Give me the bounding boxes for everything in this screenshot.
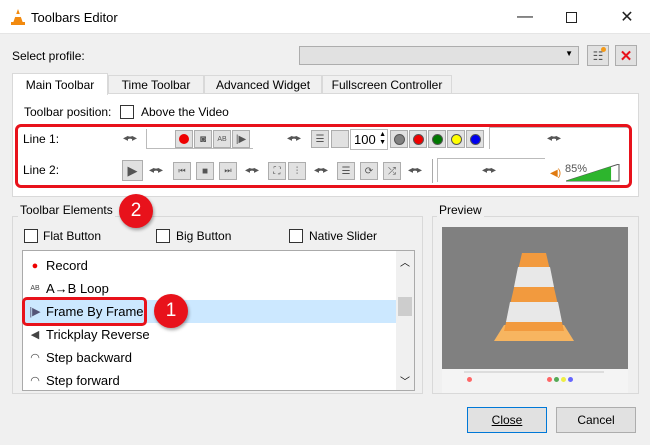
vlc-cone-icon <box>494 253 574 341</box>
toolbar-elements-title: Toolbar Elements <box>18 203 115 217</box>
annotation-badge-2: 2 <box>119 194 153 228</box>
toolbar-position-label: Toolbar position: <box>24 105 112 119</box>
reverse-icon: ◀ <box>30 329 40 341</box>
big-button-label: Big Button <box>176 229 232 243</box>
above-video-label: Above the Video <box>141 105 229 119</box>
toolbar-lines-highlight <box>15 124 632 188</box>
flat-button-checkbox[interactable] <box>24 229 38 243</box>
tab-time-toolbar[interactable]: Time Toolbar <box>108 75 204 94</box>
item-label: Step backward <box>46 350 132 365</box>
list-item[interactable]: ◠ Step forward <box>24 369 396 390</box>
item-label: Trickplay Reverse <box>46 327 150 342</box>
new-profile-button[interactable]: ☷ <box>587 45 609 66</box>
record-icon: ● <box>31 259 39 272</box>
preview-image <box>442 227 628 369</box>
tab-advanced-widget[interactable]: Advanced Widget <box>204 75 322 94</box>
scrollbar-thumb[interactable] <box>398 297 412 316</box>
window-title: Toolbars Editor <box>31 10 118 25</box>
tab-fullscreen-controller[interactable]: Fullscreen Controller <box>322 75 452 94</box>
profile-select[interactable]: ▼ <box>299 46 579 65</box>
native-slider-label: Native Slider <box>309 229 378 243</box>
list-item[interactable]: ◀ Trickplay Reverse <box>24 323 396 346</box>
delete-profile-button[interactable]: ✕ <box>615 45 637 66</box>
list-item[interactable]: ◠ Step backward <box>24 346 396 369</box>
cancel-button[interactable]: Cancel <box>556 407 636 433</box>
tab-main-toolbar[interactable]: Main Toolbar <box>12 73 108 95</box>
minimize-button[interactable]: — <box>502 0 548 34</box>
scrollbar[interactable]: ︿ ﹀ <box>396 251 414 390</box>
preview-title: Preview <box>437 203 484 217</box>
delete-icon: ✕ <box>619 47 633 65</box>
vlc-cone-icon <box>11 9 25 25</box>
frame-by-frame-highlight <box>22 297 147 326</box>
close-button[interactable]: Close <box>467 407 547 433</box>
step-forward-icon: ◠ <box>30 375 40 387</box>
item-label: Record <box>46 258 88 273</box>
above-video-checkbox[interactable] <box>120 105 134 119</box>
close-label: Close <box>491 413 523 427</box>
step-backward-icon: ◠ <box>30 352 40 364</box>
flat-button-label: Flat Button <box>43 229 102 243</box>
list-item[interactable]: ● Record <box>24 254 396 277</box>
preview-toolbar <box>442 369 628 393</box>
native-slider-checkbox[interactable] <box>289 229 303 243</box>
scroll-up-icon[interactable]: ︿ <box>400 254 410 269</box>
scroll-down-icon[interactable]: ﹀ <box>400 373 410 388</box>
select-profile-label: Select profile: <box>12 49 85 63</box>
close-window-button[interactable]: ✕ <box>604 0 650 34</box>
title-bar: Toolbars Editor — ✕ <box>0 0 650 34</box>
maximize-button[interactable] <box>548 0 594 34</box>
big-button-checkbox[interactable] <box>156 229 170 243</box>
chevron-down-icon: ▼ <box>565 49 573 58</box>
cancel-label: Cancel <box>577 413 615 427</box>
item-label: A→B Loop <box>46 281 109 296</box>
ab-loop-icon: AB <box>30 285 40 292</box>
item-label: Step forward <box>46 373 120 388</box>
annotation-badge-1: 1 <box>154 294 188 328</box>
